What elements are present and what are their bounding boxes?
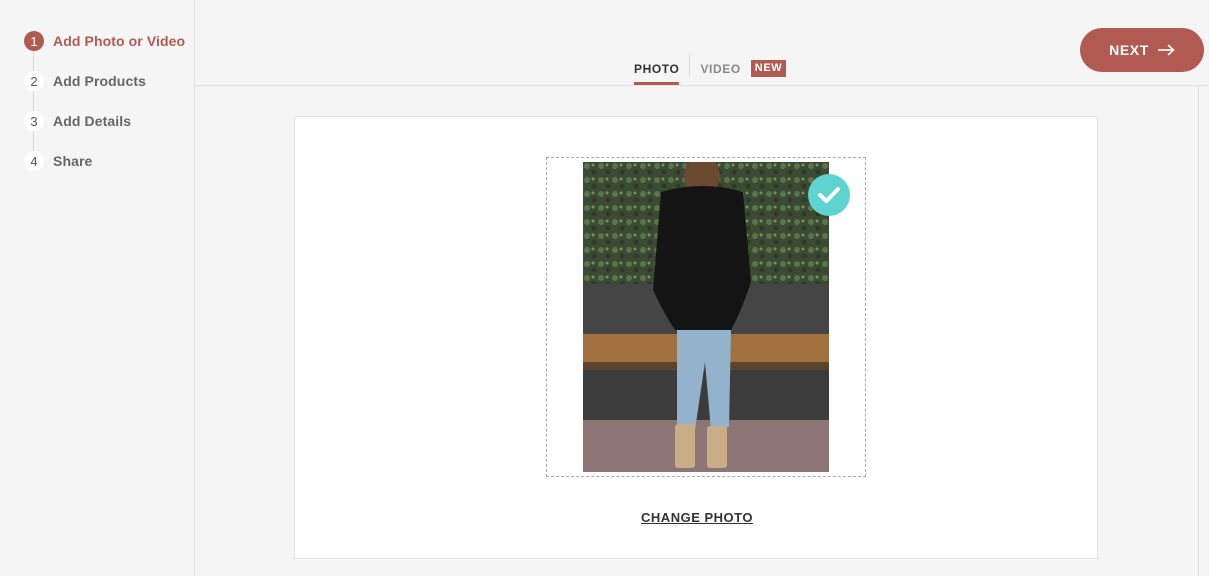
step-add-photo-or-video[interactable]: 1 Add Photo or Video bbox=[24, 31, 185, 51]
right-panel-edge bbox=[1198, 86, 1209, 576]
tab-photo[interactable]: PHOTO bbox=[634, 52, 680, 85]
step-label: Add Photo or Video bbox=[53, 33, 186, 49]
step-label: Add Products bbox=[53, 73, 146, 89]
next-button-label: NEXT bbox=[1109, 42, 1149, 58]
step-label: Add Details bbox=[53, 113, 132, 129]
tab-video[interactable]: VIDEO bbox=[700, 52, 740, 85]
arrow-right-icon bbox=[1157, 44, 1175, 56]
upload-card: CHANGE PHOTO bbox=[294, 116, 1098, 559]
new-badge: NEW bbox=[750, 60, 787, 77]
step-add-details[interactable]: 3 Add Details bbox=[24, 111, 131, 131]
step-number: 2 bbox=[24, 71, 44, 91]
header-bar: PHOTO VIDEO NEW NEXT bbox=[195, 0, 1209, 86]
selected-check-icon bbox=[808, 174, 850, 216]
photo-dropzone[interactable] bbox=[546, 157, 866, 477]
change-photo-link[interactable]: CHANGE PHOTO bbox=[295, 510, 1099, 525]
steps-sidebar: 1 Add Photo or Video 2 Add Products 3 Ad… bbox=[0, 0, 195, 576]
media-type-tabs: PHOTO VIDEO NEW bbox=[634, 52, 787, 86]
uploaded-photo bbox=[583, 162, 829, 472]
steps-connector-line bbox=[33, 50, 34, 162]
step-add-products[interactable]: 2 Add Products bbox=[24, 71, 146, 91]
step-number: 1 bbox=[24, 31, 44, 51]
step-label: Share bbox=[53, 153, 93, 169]
step-number: 4 bbox=[24, 151, 44, 171]
next-button[interactable]: NEXT bbox=[1080, 28, 1204, 72]
step-number: 3 bbox=[24, 111, 44, 131]
step-share[interactable]: 4 Share bbox=[24, 151, 92, 171]
tab-divider bbox=[689, 54, 691, 78]
